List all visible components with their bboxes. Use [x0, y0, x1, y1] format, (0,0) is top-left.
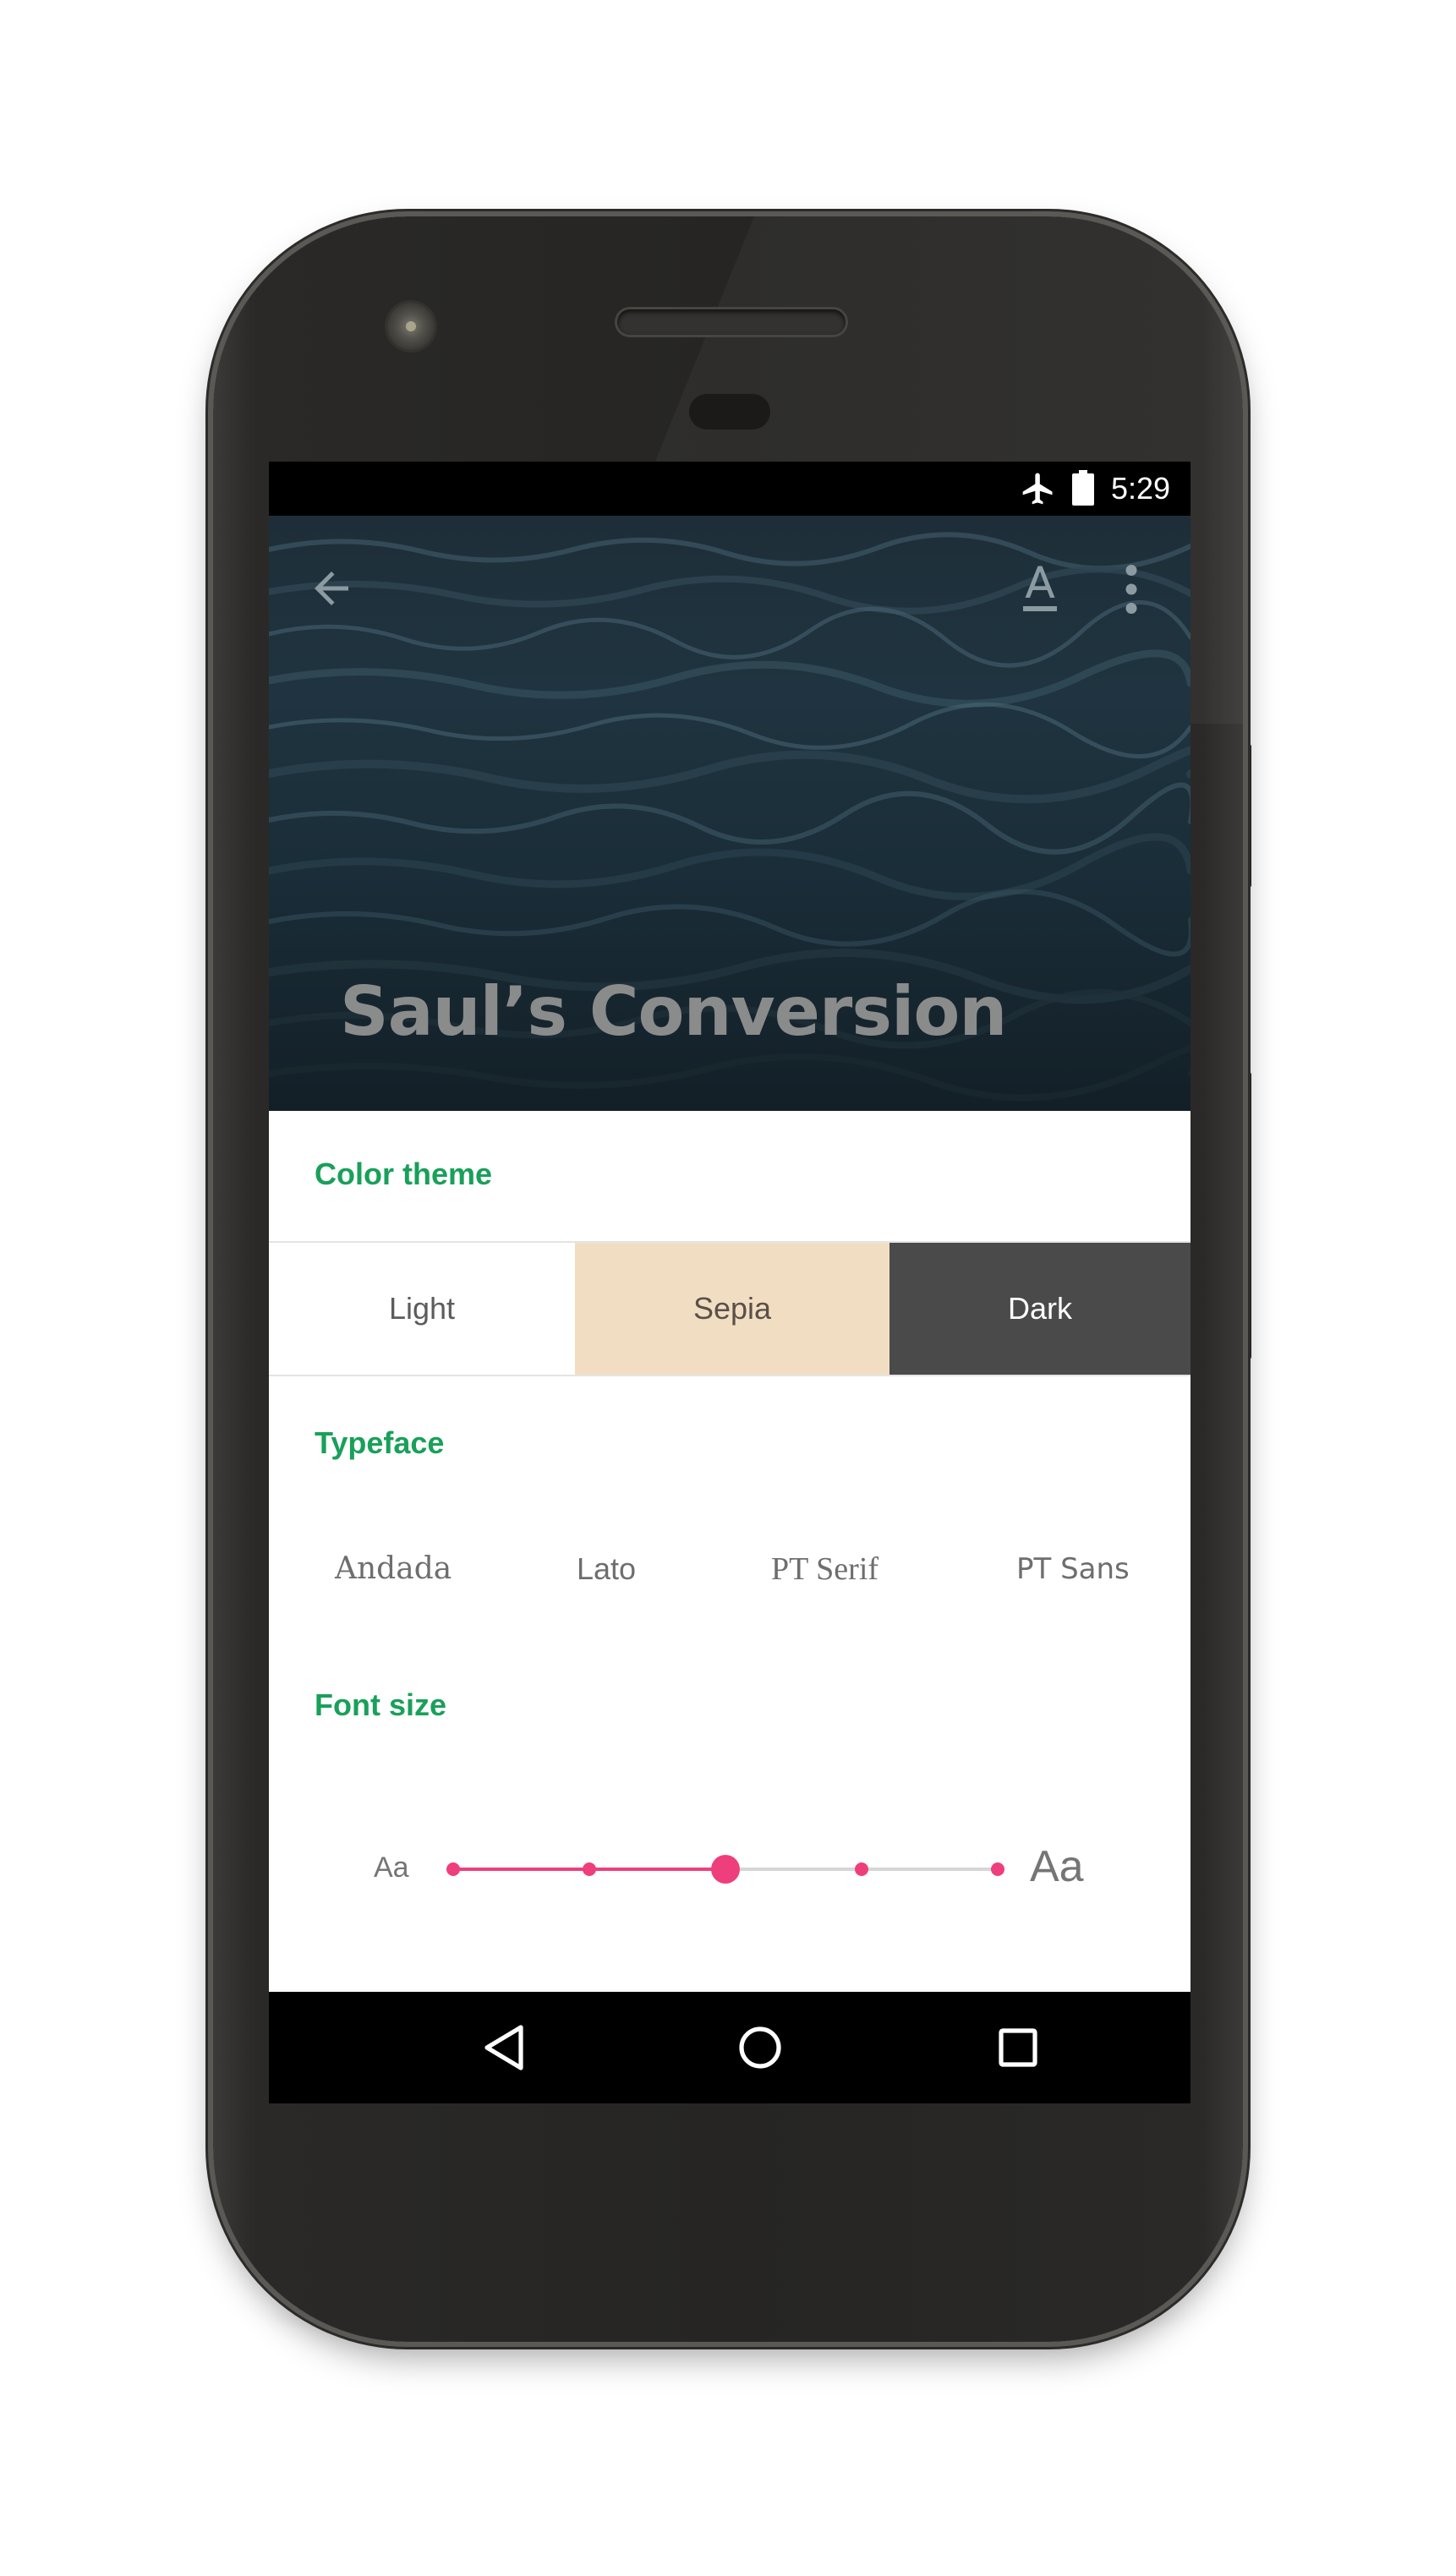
font-size-large-label: Aa	[1030, 1842, 1084, 1891]
battery-icon	[1072, 470, 1094, 506]
font-size-slider[interactable]	[438, 1840, 1013, 1899]
front-camera	[387, 303, 435, 350]
typeface-label: Typeface	[315, 1425, 445, 1460]
text-format-icon[interactable]	[1015, 560, 1065, 619]
typeface-pt-sans-option[interactable]: PT Sans	[1016, 1535, 1130, 1603]
theme-sepia-button[interactable]: Sepia	[575, 1243, 889, 1375]
font-size-control: Aa Aa	[269, 1831, 1191, 1907]
system-navigation-bar	[269, 1992, 1191, 2103]
color-theme-label: Color theme	[315, 1157, 493, 1191]
proximity-sensor	[689, 394, 770, 429]
theme-light-button[interactable]: Light	[269, 1243, 575, 1375]
font-size-small-label: Aa	[374, 1851, 409, 1884]
color-theme-selector: Light Sepia Dark	[269, 1241, 1191, 1376]
typeface-pt-serif-option[interactable]: PT Serif	[771, 1535, 879, 1603]
power-button	[1243, 1072, 1251, 1359]
back-arrow-icon[interactable]	[306, 563, 357, 614]
typeface-andada-option[interactable]: Andada	[335, 1535, 452, 1603]
theme-dark-button[interactable]: Dark	[889, 1243, 1191, 1375]
screen: 5:29 Saul’s Conversion Color theme Light…	[269, 462, 1191, 2103]
volume-button	[1243, 744, 1251, 888]
nav-home-icon[interactable]	[730, 2017, 791, 2078]
slider-step-dot	[855, 1862, 868, 1876]
status-time: 5:29	[1111, 471, 1171, 506]
article-title: Saul’s Conversion	[340, 972, 1007, 1051]
slider-step-dot	[446, 1862, 460, 1876]
font-size-label: Font size	[315, 1687, 447, 1722]
slider-step-dot	[583, 1862, 596, 1876]
nav-recents-icon[interactable]	[988, 2017, 1048, 2078]
slider-thumb[interactable]	[711, 1855, 740, 1884]
earpiece-speaker	[617, 309, 846, 335]
typeface-selector: Andada Lato PT Serif PT Sans	[269, 1535, 1191, 1603]
status-bar: 5:29	[269, 462, 1191, 516]
airplane-icon	[1022, 473, 1053, 505]
article-header-image: Saul’s Conversion	[269, 516, 1191, 1111]
slider-step-dot	[991, 1862, 1004, 1876]
typeface-lato-option[interactable]: Lato	[577, 1535, 636, 1603]
nav-back-icon[interactable]	[473, 2017, 534, 2078]
more-vert-icon[interactable]	[1114, 560, 1148, 619]
